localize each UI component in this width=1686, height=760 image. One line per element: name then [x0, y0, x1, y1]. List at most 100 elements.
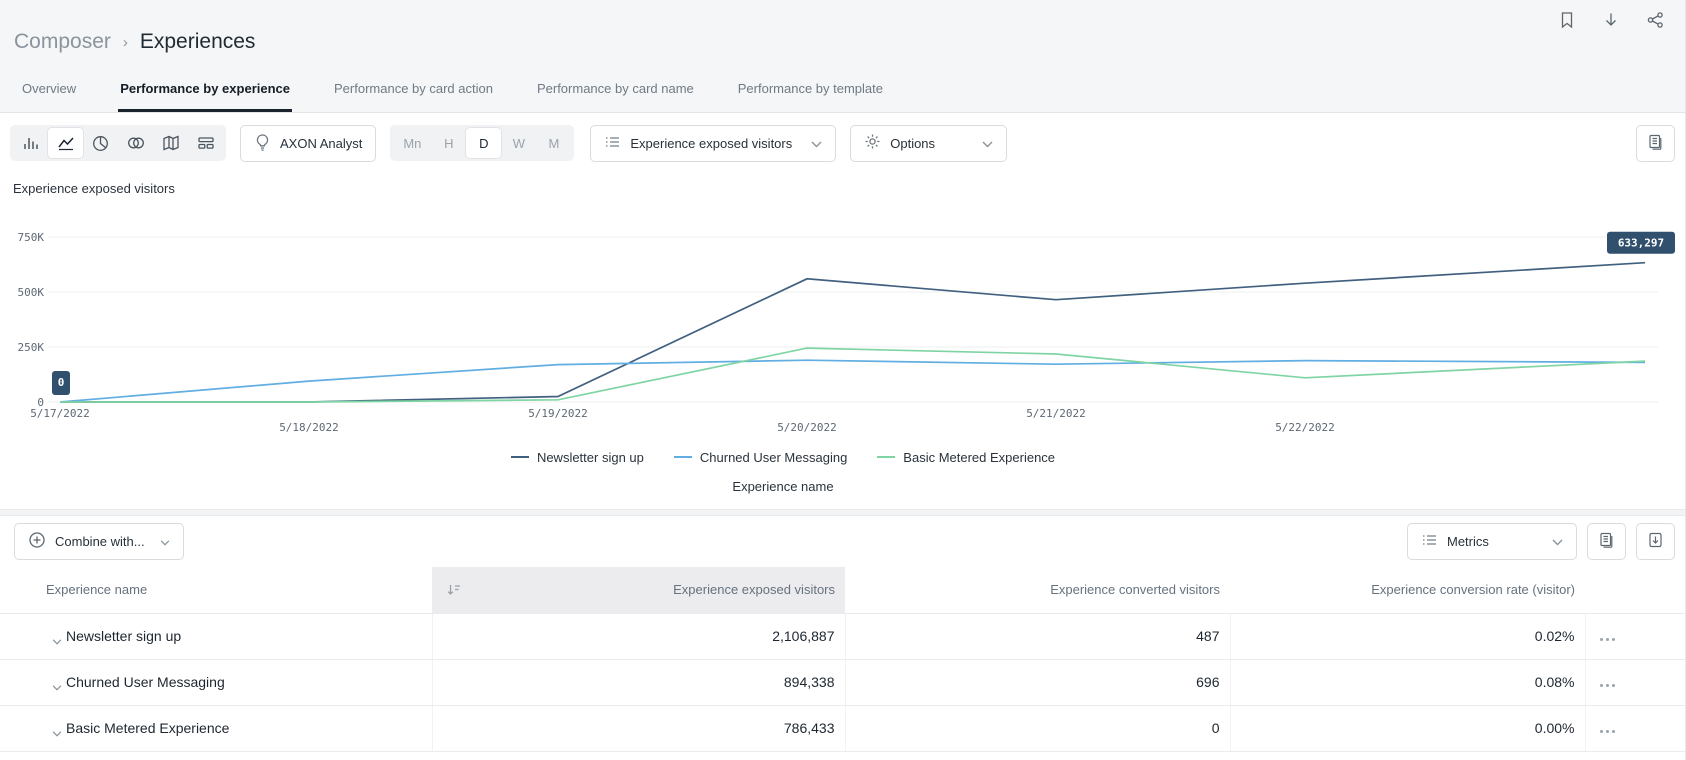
svg-text:5/22/2022: 5/22/2022	[1275, 421, 1335, 434]
svg-text:750K: 750K	[18, 231, 45, 244]
sort-descending-icon[interactable]	[446, 582, 462, 600]
experiences-table: Experience name Experience exposed visit…	[0, 567, 1686, 752]
bar-chart-icon[interactable]	[13, 128, 48, 158]
metrics-label: Metrics	[1447, 534, 1489, 549]
tab-performance-by-experience[interactable]: Performance by experience	[118, 81, 292, 112]
tab-overview[interactable]: Overview	[20, 81, 78, 112]
axon-analyst-button[interactable]: AXON Analyst	[240, 125, 376, 162]
experience-name-cell[interactable]: Basic Metered Experience	[0, 705, 432, 751]
exposed-visitors-cell: 2,106,887	[432, 613, 845, 659]
column-header-conversion-rate[interactable]: Experience conversion rate (visitor)	[1230, 567, 1585, 613]
tab-performance-by-card-action[interactable]: Performance by card action	[332, 81, 495, 112]
start-value-badge: 0	[52, 371, 70, 395]
svg-text:0: 0	[58, 376, 65, 389]
column-header-converted-visitors[interactable]: Experience converted visitors	[845, 567, 1230, 613]
line-chart[interactable]: 0250K500K750K5/17/20225/18/20225/19/2022…	[0, 205, 1686, 445]
table-row: Basic Metered Experience 786,433 0 0.00%	[0, 705, 1686, 751]
download-table-button[interactable]	[1636, 523, 1675, 560]
column-header-actions	[1585, 567, 1686, 613]
lightbulb-icon	[254, 133, 271, 154]
page-title: Experiences	[140, 30, 256, 54]
conversion-rate-cell: 0.02%	[1230, 613, 1585, 659]
granularity-d[interactable]: D	[466, 128, 501, 158]
svg-text:5/21/2022: 5/21/2022	[1026, 407, 1086, 420]
granularity-h[interactable]: H	[431, 128, 466, 158]
axon-analyst-label: AXON Analyst	[280, 136, 362, 151]
chart-legend: Newsletter sign up Churned User Messaging…	[0, 448, 1566, 466]
copy-table-button[interactable]	[1587, 523, 1626, 560]
map-icon[interactable]	[153, 128, 188, 158]
table-row: Churned User Messaging 894,338 696 0.08%	[0, 659, 1686, 705]
options-dropdown[interactable]: Options	[850, 125, 1007, 162]
metrics-dropdown[interactable]: Metrics	[1407, 523, 1577, 560]
plus-circle-icon	[28, 531, 46, 552]
list-icon	[604, 134, 621, 153]
table-toolbar: Combine with... Metrics	[0, 516, 1685, 567]
legend-item[interactable]: Basic Metered Experience	[877, 450, 1055, 465]
combine-with-dropdown[interactable]: Combine with...	[14, 523, 184, 560]
chart-toolbar: AXON Analyst Mn H D W M Experience expos…	[0, 113, 1685, 173]
copy-report-button[interactable]	[1636, 125, 1675, 162]
granularity-m[interactable]: M	[536, 128, 571, 158]
converted-visitors-cell: 487	[845, 613, 1230, 659]
experience-name-cell[interactable]: Churned User Messaging	[0, 659, 432, 705]
tab-performance-by-template[interactable]: Performance by template	[736, 81, 885, 112]
legend-swatch	[674, 456, 692, 458]
row-expand-chevron-icon[interactable]	[52, 724, 62, 740]
legend-title: Experience name	[0, 479, 1566, 495]
breadcrumb-separator: ›	[123, 34, 128, 51]
bookmark-icon[interactable]	[1558, 11, 1576, 29]
row-menu-ellipsis-icon[interactable]	[1600, 730, 1615, 733]
legend-swatch	[877, 456, 895, 458]
legend-label: Churned User Messaging	[700, 450, 847, 465]
legend-item[interactable]: Churned User Messaging	[674, 450, 847, 465]
legend-item[interactable]: Newsletter sign up	[511, 450, 644, 465]
chart-type-switcher	[10, 125, 226, 161]
row-expand-chevron-icon[interactable]	[52, 632, 62, 648]
column-header-exposed-visitors[interactable]: Experience exposed visitors	[432, 567, 845, 613]
chart-title: Experience exposed visitors	[13, 181, 1685, 196]
end-value-badge: 633,297	[1607, 232, 1675, 254]
cards-layout-icon[interactable]	[188, 128, 223, 158]
metric-dropdown[interactable]: Experience exposed visitors	[590, 125, 836, 162]
gear-icon	[864, 133, 881, 153]
combine-with-label: Combine with...	[55, 534, 145, 549]
page-header: Composer › Experiences Overview Performa…	[0, 0, 1685, 113]
exposed-visitors-cell: 786,433	[432, 705, 845, 751]
download-icon[interactable]	[1602, 11, 1620, 29]
copy-icon	[1647, 133, 1664, 154]
metric-dropdown-label: Experience exposed visitors	[630, 136, 792, 151]
experience-name-cell[interactable]: Newsletter sign up	[0, 613, 432, 659]
granularity-switcher: Mn H D W M	[390, 125, 574, 161]
row-menu-ellipsis-icon[interactable]	[1600, 684, 1615, 687]
row-expand-chevron-icon[interactable]	[52, 678, 62, 694]
chevron-down-icon	[982, 136, 993, 151]
tab-performance-by-card-name[interactable]: Performance by card name	[535, 81, 696, 112]
svg-text:5/19/2022: 5/19/2022	[528, 407, 588, 420]
svg-text:633,297: 633,297	[1618, 237, 1664, 250]
breadcrumb-parent[interactable]: Composer	[14, 30, 111, 54]
venn-diagram-icon[interactable]	[118, 128, 153, 158]
section-divider	[0, 509, 1685, 516]
pie-chart-icon[interactable]	[83, 128, 118, 158]
chevron-down-icon	[1552, 534, 1563, 549]
legend-label: Newsletter sign up	[537, 450, 644, 465]
options-label: Options	[890, 136, 935, 151]
line-chart-icon[interactable]	[48, 128, 83, 158]
table-row: Newsletter sign up 2,106,887 487 0.02%	[0, 613, 1686, 659]
conversion-rate-cell: 0.08%	[1230, 659, 1585, 705]
legend-label: Basic Metered Experience	[903, 450, 1055, 465]
svg-text:500K: 500K	[18, 286, 45, 299]
conversion-rate-cell: 0.00%	[1230, 705, 1585, 751]
granularity-w[interactable]: W	[501, 128, 536, 158]
column-header-experience-name[interactable]: Experience name	[0, 567, 432, 613]
breadcrumb: Composer › Experiences	[14, 30, 255, 54]
row-menu-ellipsis-icon[interactable]	[1600, 638, 1615, 641]
converted-visitors-cell: 0	[845, 705, 1230, 751]
tab-bar: Overview Performance by experience Perfo…	[20, 81, 885, 112]
chevron-down-icon	[160, 534, 170, 549]
granularity-mn[interactable]: Mn	[393, 128, 431, 158]
chevron-down-icon	[811, 136, 822, 151]
list-icon	[1421, 532, 1438, 551]
share-icon[interactable]	[1646, 11, 1665, 29]
